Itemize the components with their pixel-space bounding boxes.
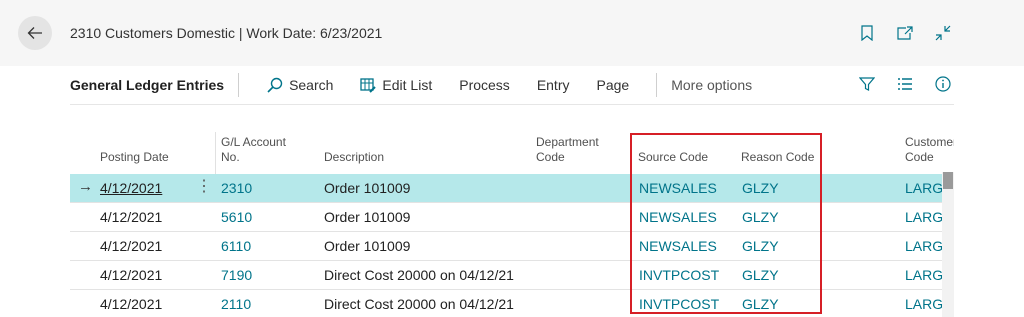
bookmark-icon[interactable] bbox=[856, 22, 878, 44]
description-cell[interactable]: Direct Cost 20000 on 04/12/21 bbox=[324, 296, 514, 312]
posting-date-cell[interactable]: 4/12/2021 bbox=[100, 209, 162, 225]
account-cell[interactable]: 5610 bbox=[221, 209, 252, 225]
posting-date-cell[interactable]: 4/12/2021 bbox=[100, 267, 162, 283]
account-cell[interactable]: 7190 bbox=[221, 267, 252, 283]
column-header-posting-date[interactable]: Posting Date bbox=[100, 150, 169, 165]
customer-code-cell[interactable]: LARG bbox=[905, 267, 943, 283]
current-row-arrow-icon: → bbox=[78, 178, 93, 195]
column-header-description[interactable]: Description bbox=[324, 150, 384, 165]
customer-code-cell[interactable]: LARG bbox=[905, 209, 943, 225]
posting-date-cell[interactable]: 4/12/2021 bbox=[100, 296, 162, 312]
column-header-department-code[interactable]: Department Code bbox=[536, 135, 599, 165]
vertical-scrollbar-thumb[interactable] bbox=[943, 172, 953, 189]
page-caption: 2310 Customers Domestic | Work Date: 6/2… bbox=[70, 25, 383, 41]
column-header-gl-account-no[interactable]: G/L Account No. bbox=[221, 135, 286, 165]
account-cell[interactable]: 6110 bbox=[221, 238, 251, 254]
customer-code-cell[interactable]: LARG bbox=[905, 238, 943, 254]
vertical-scrollbar-track[interactable] bbox=[942, 172, 954, 317]
description-cell[interactable]: Order 101009 bbox=[324, 209, 410, 225]
page-header: 2310 Customers Domestic | Work Date: 6/2… bbox=[0, 0, 1024, 66]
posting-date-cell[interactable]: 4/12/2021 bbox=[100, 238, 162, 254]
posting-date-cell[interactable]: 4/12/2021 bbox=[100, 180, 162, 196]
open-new-window-icon[interactable] bbox=[894, 22, 916, 44]
column-divider bbox=[215, 132, 216, 174]
account-cell[interactable]: 2310 bbox=[221, 180, 252, 196]
account-cell[interactable]: 2110 bbox=[221, 296, 251, 312]
collapse-icon[interactable] bbox=[932, 22, 954, 44]
back-button[interactable] bbox=[18, 16, 52, 50]
arrow-left-icon bbox=[27, 27, 42, 39]
row-menu-icon[interactable]: ⋮ bbox=[196, 176, 212, 196]
customer-code-cell[interactable]: LARG bbox=[905, 296, 943, 312]
annotation-highlight-box bbox=[630, 133, 822, 314]
column-header-customer-code[interactable]: Customer Code bbox=[905, 135, 954, 165]
description-cell[interactable]: Order 101009 bbox=[324, 180, 410, 196]
description-cell[interactable]: Order 101009 bbox=[324, 238, 410, 254]
description-cell[interactable]: Direct Cost 20000 on 04/12/21 bbox=[324, 267, 514, 283]
customer-code-cell[interactable]: LARG bbox=[905, 180, 943, 196]
